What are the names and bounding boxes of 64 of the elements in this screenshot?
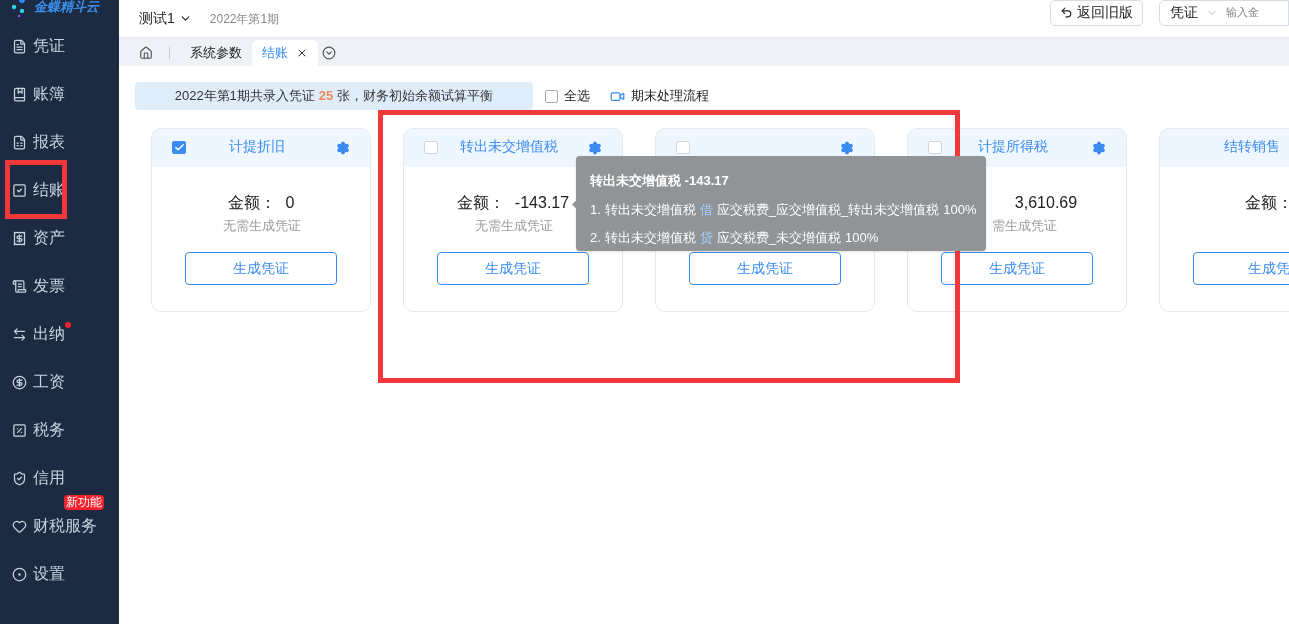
tab[interactable]: 结账 xyxy=(252,40,318,66)
menu-icon xyxy=(12,518,27,534)
back-button[interactable]: 返回旧版 xyxy=(1050,0,1143,26)
generate-button[interactable]: 生成凭证 xyxy=(185,252,337,285)
logo-text: 金蝶精斗云 xyxy=(34,0,99,17)
menu-icon xyxy=(12,182,27,198)
card-title: 计提所得税 xyxy=(978,137,1048,156)
sidebar-item[interactable]: 凭证 xyxy=(0,22,110,70)
home-icon xyxy=(139,46,153,60)
amount-label: 金额： xyxy=(227,193,276,213)
hint-text: 需生成凭证 xyxy=(992,217,1057,235)
generate-button[interactable]: 生成凭证 xyxy=(689,252,841,285)
sidebar-item[interactable]: 资产 xyxy=(0,214,110,262)
generate-button[interactable]: 生成凭 xyxy=(1193,252,1289,285)
menu-icon xyxy=(12,38,27,54)
generate-button[interactable]: 生成凭证 xyxy=(941,252,1093,285)
menu-icon xyxy=(12,278,27,294)
account-select[interactable]: 测试1 xyxy=(139,8,192,29)
sidebar-item[interactable]: 工资 xyxy=(0,358,110,406)
tab-menu-icon[interactable] xyxy=(322,46,336,60)
settings-icon[interactable] xyxy=(840,141,854,155)
sidebar-item[interactable]: 设置 xyxy=(0,550,110,598)
menu-icon xyxy=(12,86,27,102)
menu-icon xyxy=(12,326,27,342)
amount-label: 金额： xyxy=(1245,193,1289,213)
sidebar-item[interactable]: 账簿 xyxy=(0,70,110,118)
flow-link[interactable]: 期末处理流程 xyxy=(610,86,709,106)
hint-text: 无需生成凭证 xyxy=(475,217,553,235)
generate-button[interactable]: 生成凭证 xyxy=(437,252,589,285)
amount-field[interactable]: 输入金 xyxy=(1226,4,1266,21)
sidebar-item[interactable]: 出纳 xyxy=(0,310,110,358)
settings-icon[interactable] xyxy=(588,141,602,155)
voucher-count: 25 xyxy=(318,87,334,106)
hint-text: 无需生成凭证 xyxy=(223,217,301,235)
settings-icon[interactable] xyxy=(1092,141,1106,155)
type-select[interactable]: 凭证 xyxy=(1170,2,1218,23)
sidebar-item[interactable]: 发票 xyxy=(0,262,110,310)
new-badge: 新功能 xyxy=(64,495,104,510)
menu-icon xyxy=(12,374,27,390)
menu-icon xyxy=(12,134,27,150)
card-title: 结转销售 xyxy=(1224,137,1280,156)
card-title: 计提折旧 xyxy=(229,137,285,156)
menu-icon xyxy=(12,470,27,486)
settings-icon[interactable] xyxy=(336,141,350,155)
sidebar-item[interactable]: 税务 xyxy=(0,406,110,454)
undo-icon xyxy=(1060,6,1073,19)
amount-value: -143.17 xyxy=(514,193,570,213)
banner-text: 2022年第1期共录入凭证 xyxy=(174,87,315,106)
close-icon[interactable] xyxy=(296,47,308,59)
period-text: 2022年第1期 xyxy=(209,10,280,28)
menu-icon xyxy=(12,230,27,246)
tab[interactable]: 系统参数 xyxy=(180,40,252,66)
amount-label: 金额： xyxy=(456,193,505,213)
tooltip-line: 2. 转出未交增值税 贷 应交税费_未交增值税 100% xyxy=(590,229,880,247)
card-title: 转出未交增值税 xyxy=(460,137,558,156)
tooltip-title: 转出未交增值税 -143.17 xyxy=(590,172,730,190)
select-all-checkbox[interactable]: 全选 xyxy=(545,86,590,106)
sidebar-item[interactable]: 报表 xyxy=(0,118,110,166)
amount-value: 0 xyxy=(285,193,295,213)
menu-icon xyxy=(12,422,27,438)
menu-icon xyxy=(12,566,27,582)
card-checkbox[interactable] xyxy=(172,140,186,154)
banner-text: 张，财务初始余额试算平衡 xyxy=(337,87,494,106)
amount-value: 3,610.69 xyxy=(1014,193,1078,213)
